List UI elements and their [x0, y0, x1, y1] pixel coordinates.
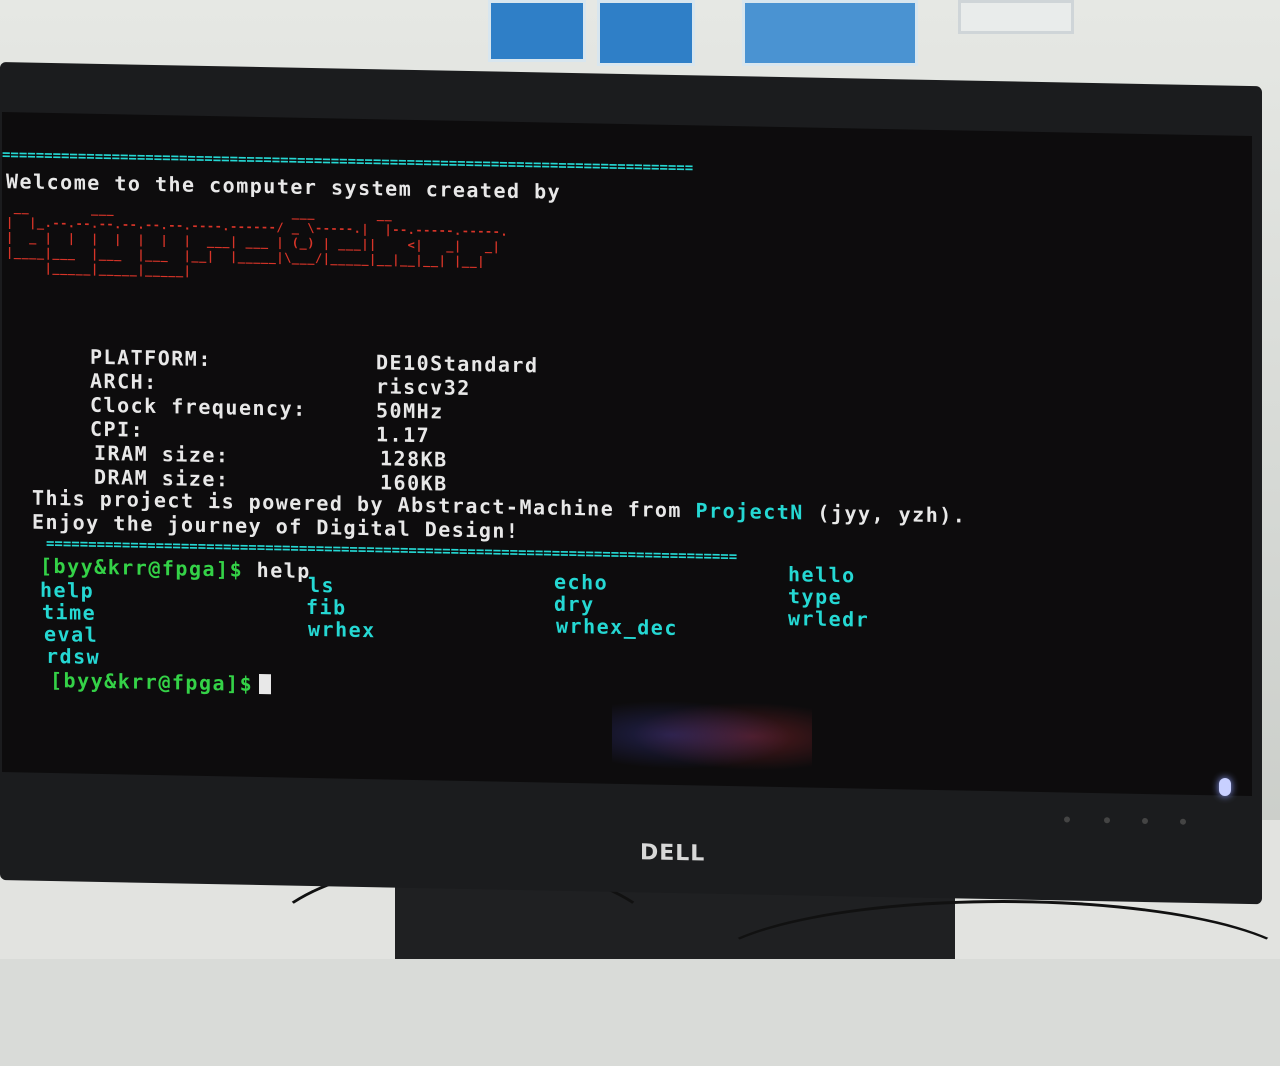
- screen-reflection: [612, 693, 812, 778]
- system-info: PLATFORM: DE10Standard ARCH: riscv32 Clo…: [2, 112, 1252, 496]
- info-label-platform: PLATFORM:: [90, 344, 212, 372]
- info-label-arch: ARCH:: [90, 368, 158, 395]
- wall-poster: [488, 0, 586, 62]
- typed-command: help: [256, 557, 311, 583]
- info-value-cpi: 1.17: [376, 422, 431, 448]
- command-help: help: [40, 577, 95, 603]
- command-wrledr: wrledr: [788, 606, 870, 632]
- command-eval: eval: [44, 621, 99, 647]
- command-ls: ls: [308, 572, 336, 598]
- command-time: time: [42, 599, 97, 625]
- command-dry: dry: [554, 591, 595, 617]
- wall-poster: [597, 0, 695, 66]
- command-echo: echo: [554, 569, 609, 595]
- shell-prompt: [byy&krr@fpga]$: [50, 667, 254, 696]
- info-value-clock: 50MHz: [376, 398, 444, 424]
- powered-suffix: (jyy, yzh).: [803, 500, 967, 528]
- info-label-cpi: CPI:: [90, 416, 145, 442]
- ascii-art-banner: __ ___ ___ __ | |_.--.--.--.--.--.--.---…: [6, 200, 509, 278]
- info-label-clock: Clock frequency:: [90, 392, 307, 421]
- info-value-iram: 128KB: [380, 446, 448, 472]
- dell-logo: DELL: [640, 840, 706, 867]
- info-value-platform: DE10Standard: [376, 350, 539, 378]
- monitor-button[interactable]: [1104, 817, 1110, 824]
- monitor-button[interactable]: [1142, 817, 1148, 825]
- cable: [700, 900, 1280, 1046]
- wall-poster: [958, 0, 1074, 34]
- info-value-arch: riscv32: [376, 374, 471, 401]
- active-prompt-line[interactable]: [byy&krr@fpga]$: [50, 667, 272, 696]
- command-hello: hello: [788, 562, 856, 588]
- command-list: help time eval rdsw ls fib wrhex echo dr…: [2, 112, 1252, 669]
- wall-poster: [742, 0, 918, 66]
- text-cursor: [259, 673, 272, 695]
- info-label-iram: IRAM size:: [94, 440, 230, 468]
- monitor-button[interactable]: [1180, 818, 1186, 825]
- command-fib: fib: [306, 594, 347, 620]
- command-wrhex: wrhex: [308, 616, 376, 643]
- projectn-link: ProjectN: [695, 498, 804, 525]
- command-wrhex-dec: wrhex_dec: [556, 613, 678, 641]
- power-button-icon[interactable]: [1219, 778, 1231, 796]
- monitor: ========================================…: [0, 62, 1262, 905]
- info-value-dram: 160KB: [380, 470, 448, 496]
- terminal-screen[interactable]: ========================================…: [2, 112, 1252, 797]
- monitor-button[interactable]: [1064, 816, 1070, 823]
- command-rdsw: rdsw: [46, 643, 101, 669]
- command-type: type: [788, 584, 843, 610]
